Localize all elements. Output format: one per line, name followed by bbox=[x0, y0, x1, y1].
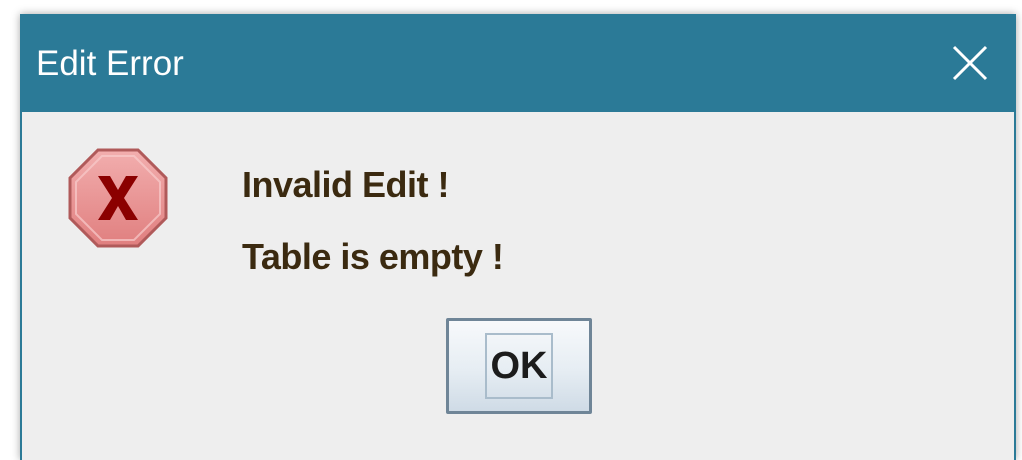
close-icon bbox=[952, 45, 988, 81]
error-dialog: Edit Error Invalid Edit ! Table is empty… bbox=[20, 14, 1016, 460]
window-title: Edit Error bbox=[36, 44, 184, 83]
error-icon bbox=[68, 148, 168, 248]
error-message-detail: Table is empty ! bbox=[242, 236, 504, 277]
title-bar[interactable]: Edit Error bbox=[20, 14, 1016, 112]
error-message-title: Invalid Edit ! bbox=[242, 164, 450, 205]
ok-button-label: OK bbox=[490, 344, 548, 387]
close-button[interactable] bbox=[924, 14, 1016, 112]
ok-button[interactable]: OK bbox=[446, 318, 592, 414]
ok-focus-ring: OK bbox=[485, 333, 553, 399]
